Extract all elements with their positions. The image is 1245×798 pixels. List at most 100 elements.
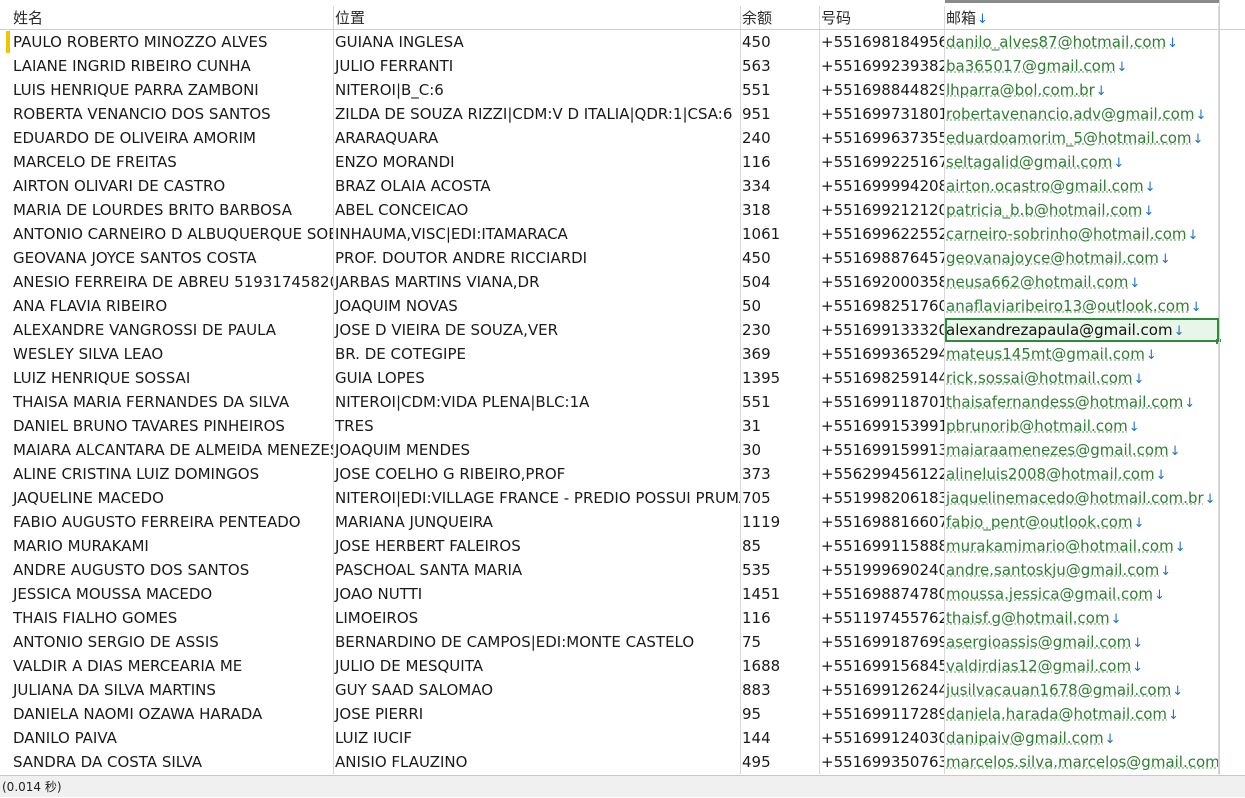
- cell-email[interactable]: airton.ocastro@gmail.com↓: [945, 174, 1219, 198]
- cell-phone[interactable]: +551699115888: [820, 534, 945, 558]
- cell-name[interactable]: GEOVANA JOYCE SANTOS COSTA: [0, 246, 334, 270]
- cell-phone[interactable]: +551699212120: [820, 198, 945, 222]
- cell-balance[interactable]: 504: [741, 270, 820, 294]
- cell-location[interactable]: JOSE D VIEIRA DE SOUZA,VER: [334, 318, 741, 342]
- table-row[interactable]: LAIANE INGRID RIBEIRO CUNHA JULIO FERRANT…: [0, 54, 1245, 78]
- cell-email[interactable]: rick.sossai@hotmail.com↓: [945, 366, 1219, 390]
- down-arrow-icon[interactable]: ↓: [1160, 564, 1171, 579]
- cell-location[interactable]: ANISIO FLAUZINO: [334, 750, 741, 774]
- cell-location[interactable]: JOAQUIM NOVAS: [334, 294, 741, 318]
- cell-phone[interactable]: +551699117289: [820, 702, 945, 726]
- table-row[interactable]: ANA FLAVIA RIBEIRO JOAQUIM NOVAS 50 +551698…: [0, 294, 1245, 318]
- cell-email[interactable]: marcelos.silva.marcelos@gmail.com↓: [945, 750, 1219, 774]
- cell-location[interactable]: NITEROI|B_C:6: [334, 78, 741, 102]
- table-row[interactable]: ANESIO FERREIRA DE ABREU 5193174582000 JA…: [0, 270, 1245, 294]
- cell-name[interactable]: THAIS FIALHO GOMES: [0, 606, 334, 630]
- down-arrow-icon[interactable]: ↓: [1129, 420, 1140, 435]
- cell-name[interactable]: AIRTON OLIVARI DE CASTRO: [0, 174, 334, 198]
- cell-phone[interactable]: +551699126244: [820, 678, 945, 702]
- down-arrow-icon[interactable]: ↓: [1145, 180, 1156, 195]
- table-row[interactable]: MARCELO DE FREITAS ENZO MORANDI 116 +551699…: [0, 150, 1245, 174]
- cell-balance[interactable]: 144: [741, 726, 820, 750]
- table-row[interactable]: JULIANA DA SILVA MARTINS GUY SAAD SALOMAO…: [0, 678, 1245, 702]
- cell-phone[interactable]: +551699187699: [820, 630, 945, 654]
- cell-location[interactable]: INHAUMA,VISC|EDI:ITAMARACA: [334, 222, 741, 246]
- cell-email[interactable]: danilo_alves87@hotmail.com↓: [945, 30, 1219, 54]
- cell-phone[interactable]: +551998206183: [820, 486, 945, 510]
- table-row[interactable]: LUIZ HENRIQUE SOSSAI GUIA LOPES 1395 +55169…: [0, 366, 1245, 390]
- cell-balance[interactable]: 240: [741, 126, 820, 150]
- cell-email[interactable]: pbrunorib@hotmail.com↓: [945, 414, 1219, 438]
- cell-location[interactable]: BRAZ OLAIA ACOSTA: [334, 174, 741, 198]
- cell-balance[interactable]: 373: [741, 462, 820, 486]
- cell-location[interactable]: JOAQUIM MENDES: [334, 438, 741, 462]
- cell-location[interactable]: LIMOEIROS: [334, 606, 741, 630]
- cell-phone[interactable]: +551699133320: [820, 318, 945, 342]
- cell-location[interactable]: JULIO DE MESQUITA: [334, 654, 741, 678]
- cell-email[interactable]: jusilvacauan1678@gmail.com↓: [945, 678, 1219, 702]
- table-row[interactable]: THAISA MARIA FERNANDES DA SILVA NITEROI|C…: [0, 390, 1245, 414]
- cell-email[interactable]: fabio_pent@outlook.com↓: [945, 510, 1219, 534]
- table-row[interactable]: JAQUELINE MACEDO NITEROI|EDI:VILLAGE FRAN…: [0, 486, 1245, 510]
- down-arrow-icon[interactable]: ↓: [1160, 252, 1171, 267]
- cell-phone[interactable]: +551699118701: [820, 390, 945, 414]
- cell-location[interactable]: JOSE COELHO G RIBEIRO,PROF: [334, 462, 741, 486]
- table-row[interactable]: ALINE CRISTINA LUIZ DOMINGOS JOSE COELHO …: [0, 462, 1245, 486]
- cell-location[interactable]: NITEROI|CDM:VIDA PLENA|BLC:1A: [334, 390, 741, 414]
- cell-email[interactable]: alineluis2008@hotmail.com↓: [945, 462, 1219, 486]
- cell-phone[interactable]: +551692000358: [820, 270, 945, 294]
- down-arrow-icon[interactable]: ↓: [1184, 396, 1195, 411]
- cell-balance[interactable]: 1451: [741, 582, 820, 606]
- cell-location[interactable]: BR. DE COTEGIPE: [334, 342, 741, 366]
- cell-email[interactable]: mateus145mt@gmail.com↓: [945, 342, 1219, 366]
- cell-location[interactable]: ARARAQUARA: [334, 126, 741, 150]
- cell-balance[interactable]: 1119: [741, 510, 820, 534]
- cell-phone[interactable]: +551699225167: [820, 150, 945, 174]
- table-row[interactable]: WESLEY SILVA LEAO BR. DE COTEGIPE 369 +5516…: [0, 342, 1245, 366]
- down-arrow-icon[interactable]: ↓: [1172, 684, 1183, 699]
- cell-email[interactable]: andre.santoskju@gmail.com↓: [945, 558, 1219, 582]
- cell-phone[interactable]: +556299456122: [820, 462, 945, 486]
- table-row[interactable]: LUIS HENRIQUE PARRA ZAMBONI NITEROI|B_C:6…: [0, 78, 1245, 102]
- cell-name[interactable]: ALEXANDRE VANGROSSI DE PAULA: [0, 318, 334, 342]
- cell-phone[interactable]: +551699239382: [820, 54, 945, 78]
- cell-balance[interactable]: 535: [741, 558, 820, 582]
- cell-name[interactable]: JULIANA DA SILVA MARTINS: [0, 678, 334, 702]
- cell-name[interactable]: EDUARDO DE OLIVEIRA AMORIM: [0, 126, 334, 150]
- cell-balance[interactable]: 951: [741, 102, 820, 126]
- table-row[interactable]: DANIELA NAOMI OZAWA HARADA JOSE PIERRI 95 +…: [0, 702, 1245, 726]
- cell-phone[interactable]: +551999690240: [820, 558, 945, 582]
- table-row[interactable]: ANDRE AUGUSTO DOS SANTOS PASCHOAL SANTA M…: [0, 558, 1245, 582]
- cell-name[interactable]: PAULO ROBERTO MINOZZO ALVES: [0, 30, 334, 54]
- cell-balance[interactable]: 75: [741, 630, 820, 654]
- cell-balance[interactable]: 334: [741, 174, 820, 198]
- cell-name[interactable]: JAQUELINE MACEDO: [0, 486, 334, 510]
- cell-email[interactable]: carneiro-sobrinho@hotmail.com↓: [945, 222, 1219, 246]
- cell-location[interactable]: GUIANA INGLESA: [334, 30, 741, 54]
- cell-balance[interactable]: 116: [741, 150, 820, 174]
- down-arrow-icon[interactable]: ↓: [1188, 228, 1199, 243]
- cell-balance[interactable]: 883: [741, 678, 820, 702]
- table-row[interactable]: ROBERTA VENANCIO DOS SANTOS ZILDA DE SOUZ…: [0, 102, 1245, 126]
- cell-phone[interactable]: +551197455762: [820, 606, 945, 630]
- cell-balance[interactable]: 31: [741, 414, 820, 438]
- cell-phone[interactable]: +551699350763: [820, 750, 945, 774]
- cell-location[interactable]: ENZO MORANDI: [334, 150, 741, 174]
- table-row[interactable]: AIRTON OLIVARI DE CASTRO BRAZ OLAIA ACOST…: [0, 174, 1245, 198]
- cell-email[interactable]: neusa662@hotmail.com↓: [945, 270, 1219, 294]
- cell-location[interactable]: BERNARDINO DE CAMPOS|EDI:MONTE CASTELO: [334, 630, 741, 654]
- cell-name[interactable]: MAIARA ALCANTARA DE ALMEIDA MENEZES: [0, 438, 334, 462]
- cell-email[interactable]: patricia_b.b@hotmail.com↓: [945, 198, 1219, 222]
- cell-phone[interactable]: +551699637355: [820, 126, 945, 150]
- cell-name[interactable]: ALINE CRISTINA LUIZ DOMINGOS: [0, 462, 334, 486]
- cell-phone[interactable]: +551698844829: [820, 78, 945, 102]
- table-row[interactable]: GEOVANA JOYCE SANTOS COSTA PROF. DOUTOR A…: [0, 246, 1245, 270]
- cell-name[interactable]: MARIA DE LOURDES BRITO BARBOSA: [0, 198, 334, 222]
- cell-email[interactable]: murakamimario@hotmail.com↓: [945, 534, 1219, 558]
- cell-name[interactable]: SANDRA DA COSTA SILVA: [0, 750, 334, 774]
- cell-location[interactable]: ABEL CONCEICAO: [334, 198, 741, 222]
- cell-email[interactable]: lhparra@bol.com.br↓: [945, 78, 1219, 102]
- cell-location[interactable]: NITEROI|EDI:VILLAGE FRANCE - PREDIO POSS…: [334, 486, 741, 510]
- cell-location[interactable]: JARBAS MARTINS VIANA,DR: [334, 270, 741, 294]
- down-arrow-icon[interactable]: ↓: [1132, 636, 1143, 651]
